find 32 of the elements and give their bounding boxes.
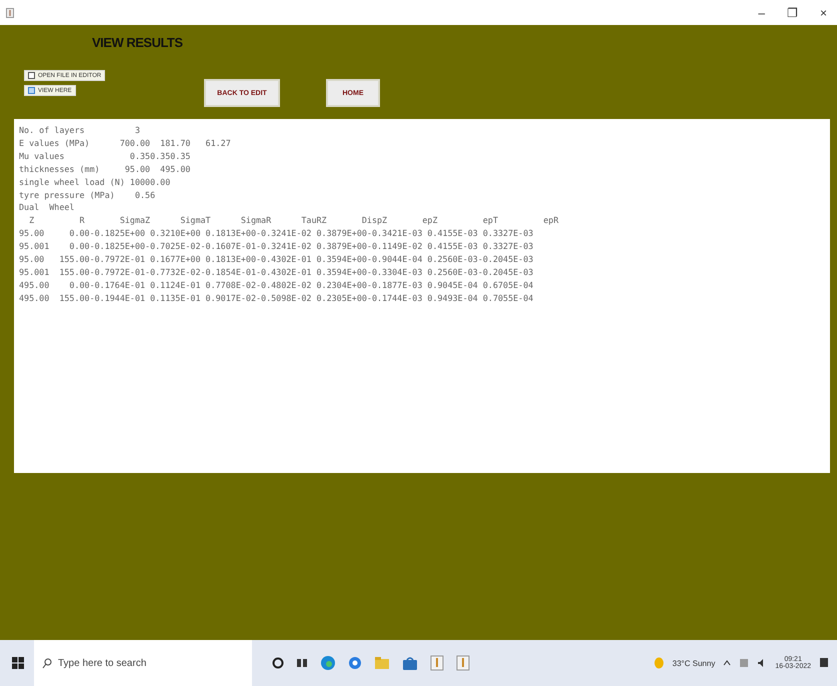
app-icon[interactable] xyxy=(456,655,470,671)
close-button[interactable]: × xyxy=(816,6,831,20)
maximize-button[interactable]: ❐ xyxy=(782,6,802,20)
output-line: thicknesses (mm) 95.00 495.00 xyxy=(19,162,190,176)
minimize-button[interactable]: – xyxy=(754,6,769,20)
output-line: Z R SigmaZ SigmaT SigmaR TauRZ DispZ epZ epT epR xyxy=(28,214,559,228)
output-line: E values (MPa) 700.00 181.70 61.27 xyxy=(19,136,231,150)
task-view-icon[interactable] xyxy=(296,657,308,669)
page-title: VIEW RESULTS xyxy=(92,35,184,50)
output-line: single wheel load (N) 10000.00 xyxy=(19,176,170,189)
chat-icon[interactable] xyxy=(348,656,362,670)
output-line: 95.001 155.00-0.7972E-01-0.7732E-02-0.1854E-01-0.4302E-01 0.3594E+00-0.3304E-03 0.2560E-03-0.2045E-03 xyxy=(19,266,534,279)
output-line: 95.001 0.00-0.1825E+00-0.7025E-02-0.1607E-01-0.3241E-02 0.3879E+00-0.1149E-02 0.4155E-03 0.3327E-03 xyxy=(19,240,534,254)
output-line: Dual Wheel xyxy=(19,201,74,214)
search-field[interactable]: Type here to search xyxy=(34,640,252,686)
cortana-icon[interactable] xyxy=(272,657,284,669)
output-line: 95.00 0.00-0.1825E+00 0.3210E+00 0.1813E+00-0.3241E-02 0.3879E+00-0.3421E-03 0.4155E-03 0.3327E-03 xyxy=(19,227,534,240)
chevron-icon[interactable] xyxy=(723,660,732,666)
store-icon[interactable] xyxy=(402,656,418,670)
output-line: tyre pressure (MPa) 0.56 xyxy=(19,188,156,202)
output-line: No. of layers 3 xyxy=(19,124,140,137)
output-line: 95.00 155.00-0.7972E-01 0.1677E+00 0.1813E+00-0.4302E-01 0.3594E+00-0.9044E-04 0.2560E-03-0.2045E-03 xyxy=(19,253,534,266)
app-icon[interactable] xyxy=(430,655,444,671)
output-line: Mu values 0.350.350.35 xyxy=(19,150,190,163)
output-line: 495.00 155.00-0.1944E-01 0.1135E-01 0.9017E-02-0.5098E-02 0.2305E+00-0.1744E-03 0.9493E-04 0.7055E-04 xyxy=(19,292,534,305)
start-icon[interactable] xyxy=(12,657,24,669)
sun-icon xyxy=(654,657,664,669)
output-line: 495.00 0.00-0.1764E-01 0.1124E-01 0.7708E-02-0.4802E-02 0.2304E+00-0.1877E-03 0.9045E-04 0.6705E-04 xyxy=(19,278,534,292)
search-icon xyxy=(42,658,52,668)
weather-text: 33°C Sunny xyxy=(672,658,716,668)
app-icon xyxy=(6,8,14,18)
browser-icon[interactable] xyxy=(320,655,336,671)
